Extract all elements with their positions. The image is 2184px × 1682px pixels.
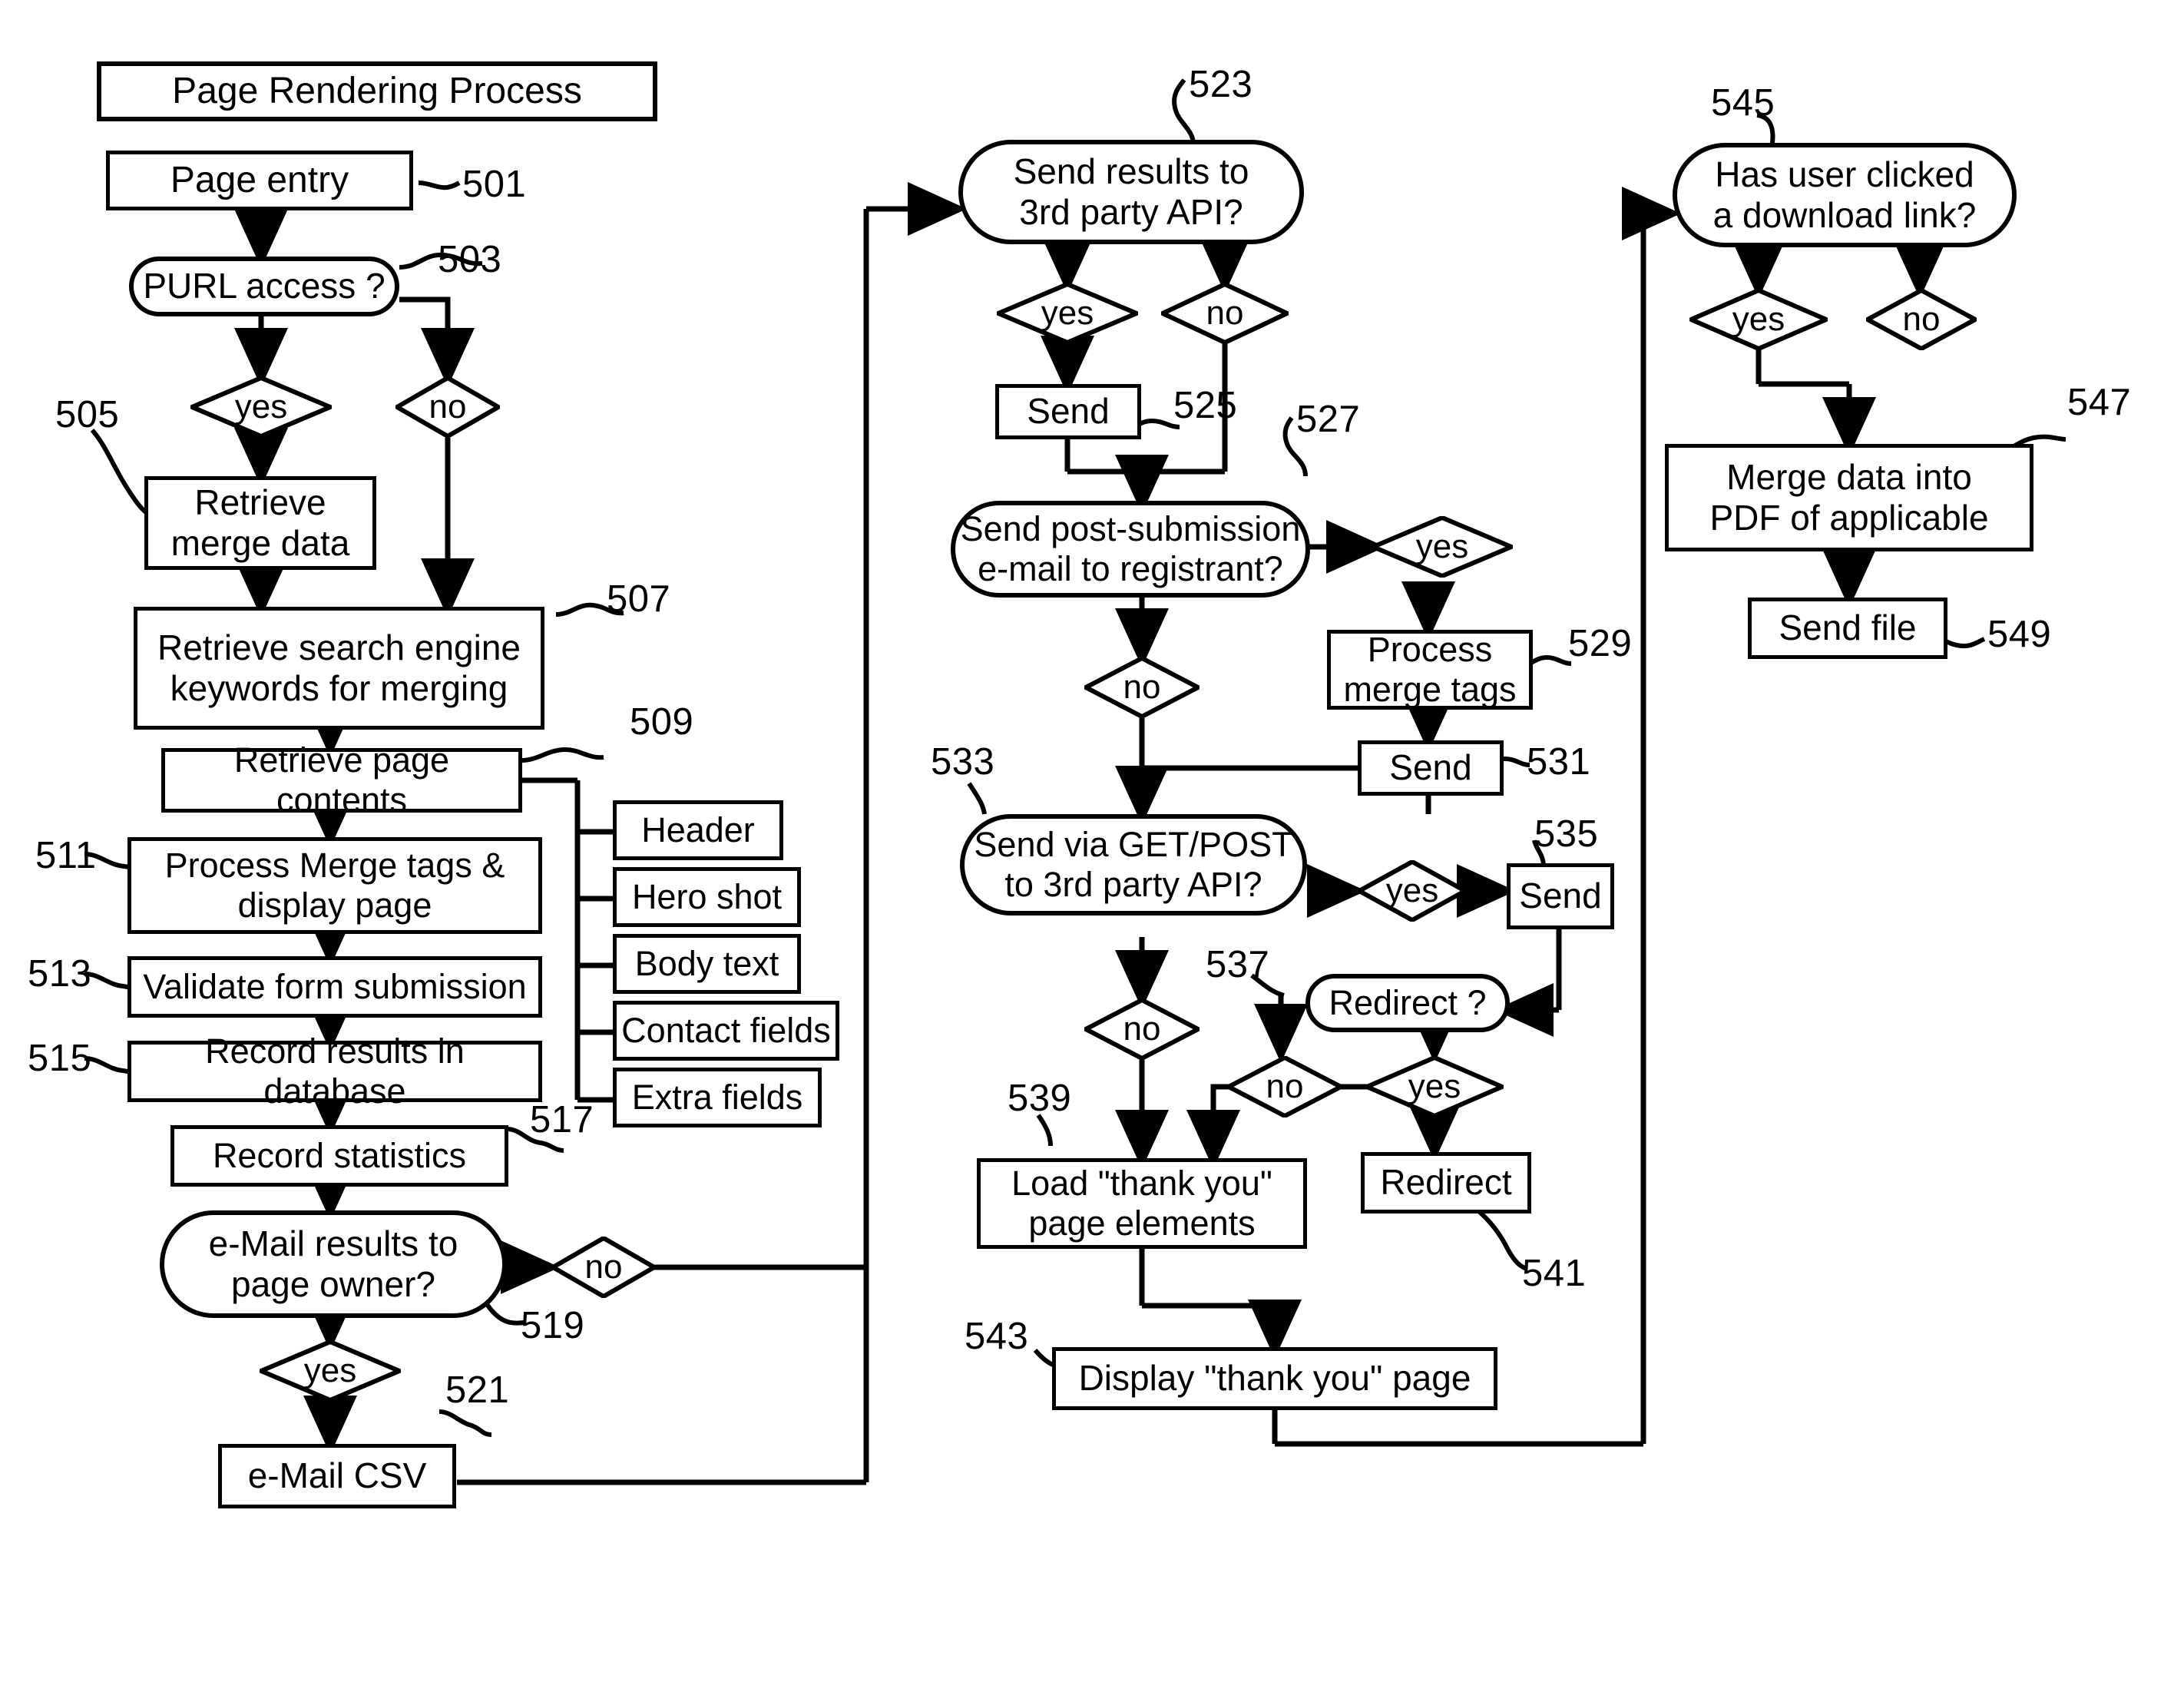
ref-507: 507 xyxy=(607,578,671,620)
node-retrieve-merge-data: Retrieve merge data xyxy=(144,476,376,570)
ref-529: 529 xyxy=(1568,623,1633,664)
node-has-user-clicked-download: Has user clicked a download link? xyxy=(1673,143,2017,247)
decision-503-yes: yes xyxy=(190,376,332,438)
ref-513: 513 xyxy=(28,953,92,995)
content-item-header: Header xyxy=(613,800,783,860)
ref-533: 533 xyxy=(931,741,995,783)
ref-501: 501 xyxy=(462,164,527,205)
ref-531: 531 xyxy=(1527,741,1591,783)
ref-517: 517 xyxy=(530,1099,594,1141)
ref-537: 537 xyxy=(1206,944,1270,985)
node-validate-form-submission: Validate form submission xyxy=(127,956,542,1018)
decision-537-yes: yes xyxy=(1365,1056,1504,1117)
ref-549: 549 xyxy=(1987,614,2052,655)
node-load-thank-you-elements: Load "thank you" page elements xyxy=(977,1158,1307,1249)
decision-537-no: no xyxy=(1227,1056,1342,1117)
decision-519-yes: yes xyxy=(260,1340,401,1402)
node-redirect-question: Redirect ? xyxy=(1305,974,1510,1032)
content-item-contact-fields: Contact fields xyxy=(613,1001,839,1061)
node-process-merge-tags-display: Process Merge tags & display page xyxy=(127,837,542,934)
decision-533-no: no xyxy=(1084,998,1200,1060)
decision-545-no: no xyxy=(1866,289,1977,350)
ref-505: 505 xyxy=(55,394,120,435)
node-record-statistics: Record statistics xyxy=(170,1125,508,1187)
ref-545: 545 xyxy=(1711,82,1775,124)
decision-533-yes: yes xyxy=(1358,860,1467,922)
content-item-body-text: Body text xyxy=(613,934,801,994)
ref-543: 543 xyxy=(965,1316,1029,1357)
ref-535: 535 xyxy=(1534,813,1599,855)
node-record-results-database: Record results in database xyxy=(127,1031,542,1111)
ref-519: 519 xyxy=(521,1305,585,1346)
ref-539: 539 xyxy=(1008,1078,1072,1119)
node-send-531: Send xyxy=(1358,740,1504,796)
decision-519-no: no xyxy=(551,1237,656,1298)
node-page-entry: Page entry xyxy=(106,151,413,210)
node-send-results-3rd-party: Send results to 3rd party API? xyxy=(958,140,1304,244)
node-send-post-submission-email: Send post-submission e-mail to registran… xyxy=(951,501,1310,598)
decision-523-yes: yes xyxy=(997,283,1138,344)
node-retrieve-keywords: Retrieve search engine keywords for merg… xyxy=(134,607,544,730)
content-item-extra-fields: Extra fields xyxy=(613,1068,822,1127)
decision-523-no: no xyxy=(1161,283,1289,344)
node-send-535: Send xyxy=(1507,863,1614,929)
node-email-results-page-owner: e-Mail results to page owner? xyxy=(160,1210,507,1318)
node-redirect-action: Redirect xyxy=(1361,1152,1531,1213)
decision-503-no: no xyxy=(395,376,500,438)
ref-509: 509 xyxy=(630,701,694,743)
node-retrieve-page-contents: Retrieve page contents xyxy=(161,740,522,819)
node-process-merge-tags-529: Process merge tags xyxy=(1327,630,1533,710)
ref-547: 547 xyxy=(2067,382,2132,423)
node-purl-access: PURL access ? xyxy=(129,257,399,316)
decision-545-yes: yes xyxy=(1689,289,1828,350)
ref-511: 511 xyxy=(35,835,97,876)
ref-503: 503 xyxy=(438,239,502,280)
node-send-525: Send xyxy=(995,384,1141,439)
ref-525: 525 xyxy=(1173,385,1238,426)
node-merge-data-pdf: Merge data into PDF of applicable xyxy=(1665,444,2033,551)
decision-527-no: no xyxy=(1084,657,1200,718)
decision-527-yes: yes xyxy=(1372,516,1513,578)
ref-527: 527 xyxy=(1296,399,1361,440)
flowchart-canvas: Page Rendering Process Page entry 501 PU… xyxy=(0,0,2184,1682)
node-email-csv: e-Mail CSV xyxy=(218,1444,456,1508)
node-send-file: Send file xyxy=(1748,598,1947,659)
node-display-thank-you-page: Display "thank you" page xyxy=(1052,1347,1497,1410)
node-send-get-post: Send via GET/POST to 3rd party API? xyxy=(960,814,1307,915)
ref-541: 541 xyxy=(1522,1253,1587,1294)
content-item-hero-shot: Hero shot xyxy=(613,867,801,927)
diagram-title-box: Page Rendering Process xyxy=(97,61,657,121)
ref-521: 521 xyxy=(445,1369,510,1411)
ref-515: 515 xyxy=(28,1038,92,1079)
ref-523: 523 xyxy=(1189,64,1253,105)
